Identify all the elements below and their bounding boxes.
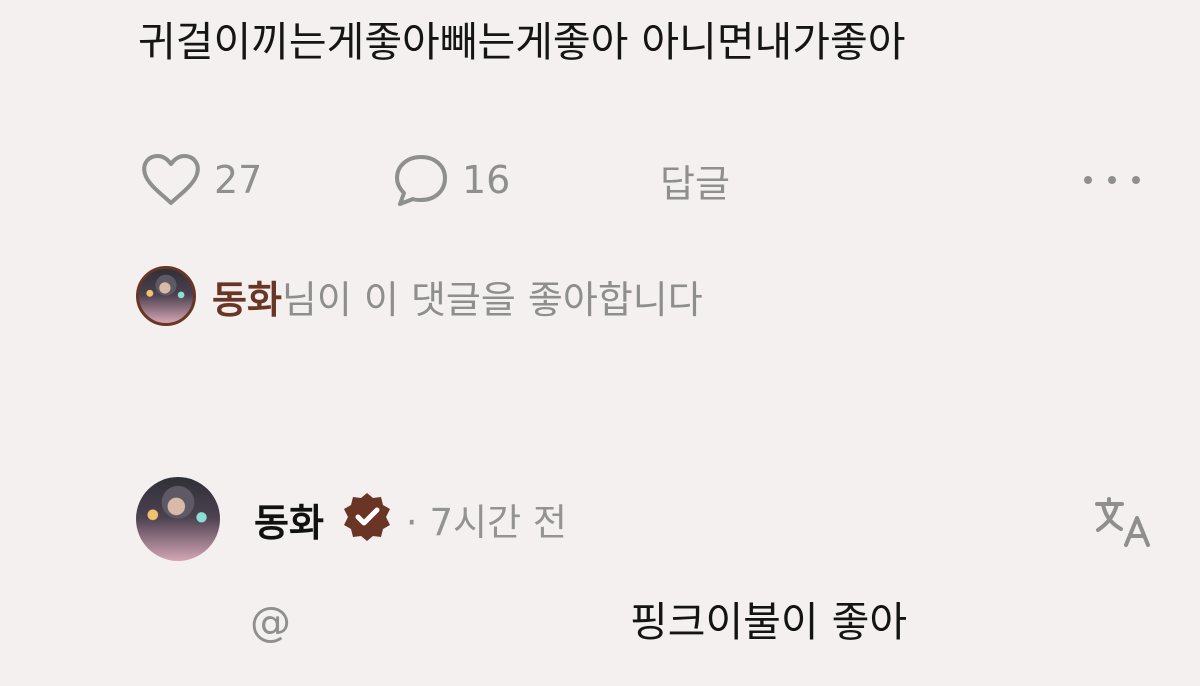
- reply-label: 답글: [660, 161, 730, 206]
- verified-badge-icon: [324, 490, 394, 548]
- more-options-button[interactable]: [1082, 165, 1142, 195]
- heart-icon: [140, 152, 202, 208]
- reply-text: 핑크이불이 좋아: [630, 598, 908, 646]
- reply-mention: @: [250, 598, 291, 646]
- liked-by-name: 동화: [212, 277, 282, 322]
- liked-by-avatar: [136, 266, 196, 326]
- more-dots-icon: [1082, 165, 1142, 195]
- reply-author-avatar[interactable]: [136, 477, 220, 561]
- reply-author-name[interactable]: 동화: [254, 492, 324, 547]
- like-button[interactable]: 27: [140, 150, 262, 210]
- reply-header: 동화 · 7시간 전: [136, 477, 567, 561]
- reply-time: · 7시간 전: [405, 501, 567, 544]
- comment-text: 귀걸이끼는게좋아빼는게좋아 아니면내가좋아: [138, 18, 906, 66]
- liked-by-author-row: 동화 님이 이 댓글을 좋아합니다: [136, 264, 703, 328]
- translate-icon[interactable]: [1092, 491, 1152, 551]
- liked-by-text: 님이 이 댓글을 좋아합니다: [281, 277, 703, 322]
- reply-count-button[interactable]: 16: [392, 150, 510, 210]
- like-count: 27: [214, 158, 263, 202]
- reply-button[interactable]: 답글: [660, 150, 730, 210]
- comment-bubble-icon: [392, 151, 450, 209]
- reply-count: 16: [462, 158, 511, 202]
